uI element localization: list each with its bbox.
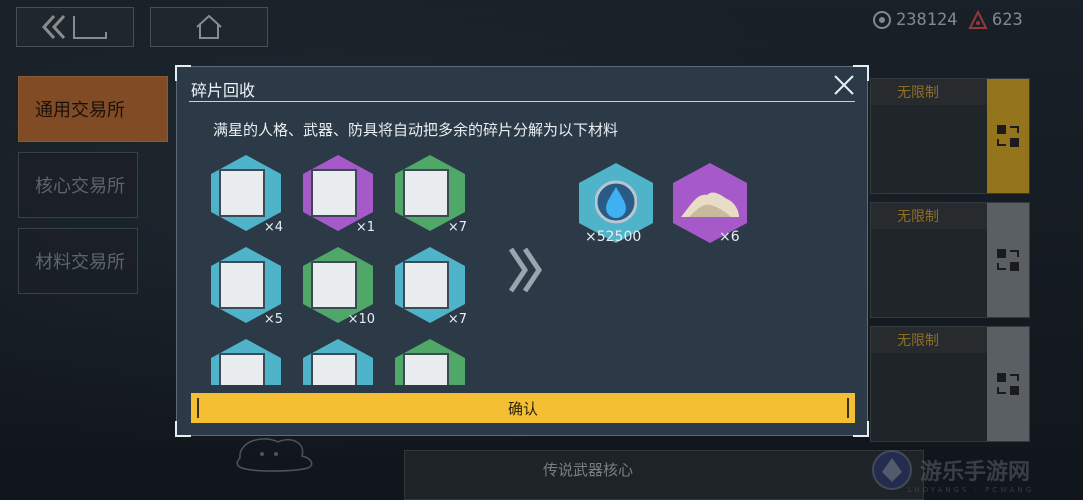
item-portrait: [311, 261, 357, 309]
confirm-button[interactable]: 确认: [191, 393, 855, 423]
item-portrait: [219, 169, 265, 217]
fragment-item[interactable]: ×5: [207, 247, 285, 331]
fragment-item[interactable]: [299, 339, 377, 385]
item-portrait: [311, 353, 357, 385]
fragment-item[interactable]: ×4: [207, 155, 285, 239]
reward-count: ×6: [719, 229, 740, 245]
dialog-title: 碎片回收: [191, 81, 256, 100]
item-count: ×5: [263, 312, 283, 327]
item-count: ×4: [263, 220, 283, 235]
item-portrait: [403, 169, 449, 217]
close-icon: [834, 75, 854, 95]
fragment-item-grid: ×4 ×1 ×7 ×5 ×10 ×7: [207, 155, 487, 385]
item-portrait: [219, 261, 265, 309]
close-button[interactable]: [831, 73, 857, 99]
fragment-item[interactable]: [391, 339, 469, 385]
fragment-item[interactable]: [207, 339, 285, 385]
item-count: ×1: [355, 220, 375, 235]
fragment-recycle-dialog: 碎片回收 满星的人格、武器、防具将自动把多余的碎片分解为以下材料 ×4 ×1 ×…: [175, 65, 869, 437]
item-portrait: [403, 261, 449, 309]
fragment-item[interactable]: ×10: [299, 247, 377, 331]
dialog-description: 满星的人格、武器、防具将自动把多余的碎片分解为以下材料: [213, 121, 619, 139]
item-count: ×7: [447, 312, 467, 327]
item-count: ×10: [347, 312, 375, 327]
title-divider: [189, 101, 855, 102]
sand-pile-icon: [681, 192, 739, 217]
item-portrait: [219, 353, 265, 385]
frame-corner: [175, 65, 191, 81]
frame-corner: [853, 421, 869, 437]
water-drop-icon: [595, 180, 637, 224]
convert-arrow-icon: [508, 247, 543, 293]
item-portrait: [403, 353, 449, 385]
reward-item[interactable]: ×52500: [573, 163, 659, 247]
frame-corner: [175, 421, 191, 437]
item-portrait: [311, 169, 357, 217]
fragment-item[interactable]: ×1: [299, 155, 377, 239]
fragment-item[interactable]: ×7: [391, 155, 469, 239]
item-count: ×7: [447, 220, 467, 235]
reward-count: ×52500: [585, 229, 642, 245]
fragment-item[interactable]: ×7: [391, 247, 469, 331]
reward-item[interactable]: ×6: [667, 163, 753, 247]
